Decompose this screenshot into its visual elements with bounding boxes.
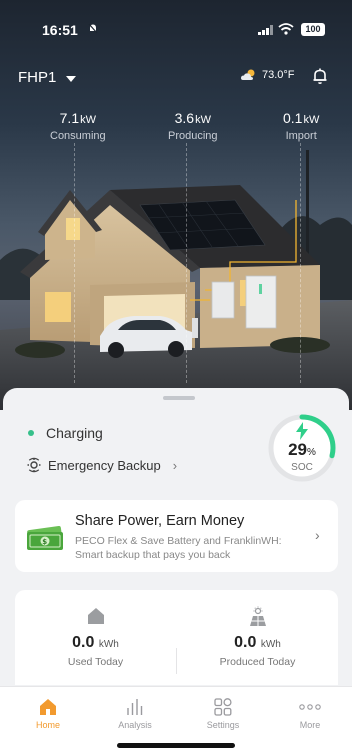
svg-text:$: $: [42, 538, 47, 546]
sheet-drag-handle[interactable]: [163, 396, 195, 400]
soc-value: 29%: [288, 440, 316, 459]
tab-label: Analysis: [118, 720, 152, 730]
produced-today-value: 0.0 kWh: [234, 634, 281, 651]
promo-title: Share Power, Earn Money: [75, 513, 245, 529]
backup-mode-text: Emergency Backup: [48, 457, 161, 473]
caret-down-icon: [66, 75, 77, 82]
more-dots-icon: [299, 704, 321, 710]
chevron-right-icon: ›: [315, 527, 320, 543]
bar-chart-icon: [127, 699, 143, 715]
emergency-backup-link[interactable]: Emergency Backup ›: [26, 457, 177, 473]
produced-today-label: Produced Today: [219, 656, 296, 668]
metric-label: Consuming: [50, 130, 106, 142]
chevron-right-icon: ›: [172, 457, 178, 473]
tab-label: Home: [35, 720, 60, 730]
status-time: 16:51: [42, 22, 78, 38]
used-today[interactable]: 0.0 kWh Used Today: [15, 606, 176, 668]
tab-settings[interactable]: Settings: [183, 694, 263, 730]
used-today-value: 0.0 kWh: [72, 634, 119, 651]
battery-status-text: Charging: [46, 425, 103, 441]
metric-producing: 3.6kW Producing: [168, 110, 218, 142]
metric-value: 7.1: [59, 110, 80, 126]
tab-more[interactable]: More: [270, 694, 350, 730]
daily-energy-card: 0.0 kWh Used Today 0.0 kWh Produced Toda…: [15, 590, 338, 685]
tab-analysis[interactable]: Analysis: [95, 694, 175, 730]
mute-bell-icon: [88, 23, 98, 34]
site-name: FHP1: [18, 69, 57, 86]
metric-label: Producing: [168, 130, 218, 142]
partly-cloudy-icon: [241, 69, 255, 80]
flow-guide-line: [74, 143, 75, 383]
produced-today[interactable]: 0.0 kWh Produced Today: [177, 606, 338, 668]
tab-label: More: [299, 720, 321, 730]
battery-indicator: 100: [301, 23, 325, 36]
soc-label: SOC: [291, 462, 313, 473]
grid-settings-icon: [214, 698, 232, 716]
promo-card[interactable]: $ Share Power, Earn Money PECO Flex & Sa…: [15, 500, 338, 572]
metric-unit: kW: [80, 114, 96, 126]
home-indicator: [117, 743, 235, 748]
promo-subtitle: PECO Flex & Save Battery and FranklinWH:…: [75, 535, 282, 561]
metric-unit: kW: [195, 114, 211, 126]
metric-value: 0.1: [283, 110, 303, 126]
cellular-signal-icon: [258, 25, 273, 35]
tab-home[interactable]: Home: [8, 694, 88, 730]
flow-guide-line: [300, 143, 301, 383]
weather-widget: 73.0°F: [240, 68, 295, 82]
temperature: 73.0°F: [262, 69, 295, 81]
charging-bolt-icon: [296, 422, 308, 440]
metric-label: Import: [285, 130, 317, 142]
solar-panel-icon: [249, 606, 266, 626]
status-dot: [28, 430, 34, 436]
home-icon: [40, 699, 56, 715]
notification-bell-icon[interactable]: [311, 67, 329, 85]
money-icon: $: [27, 526, 63, 550]
status-bar: 16:51 100: [0, 0, 352, 40]
used-today-label: Used Today: [67, 656, 124, 668]
metric-consuming: 7.1kW Consuming: [50, 110, 106, 142]
site-selector[interactable]: FHP1: [18, 69, 77, 86]
battery-status: Charging: [28, 425, 103, 441]
metric-value: 3.6: [174, 110, 195, 126]
wifi-icon: [278, 23, 294, 35]
backup-mode-icon: [27, 457, 41, 473]
metric-unit: kW: [303, 114, 320, 126]
flow-guide-line: [186, 143, 187, 383]
tab-label: Settings: [206, 720, 240, 730]
metric-import: 0.1kW Import: [283, 110, 319, 142]
house-icon: [87, 608, 104, 624]
